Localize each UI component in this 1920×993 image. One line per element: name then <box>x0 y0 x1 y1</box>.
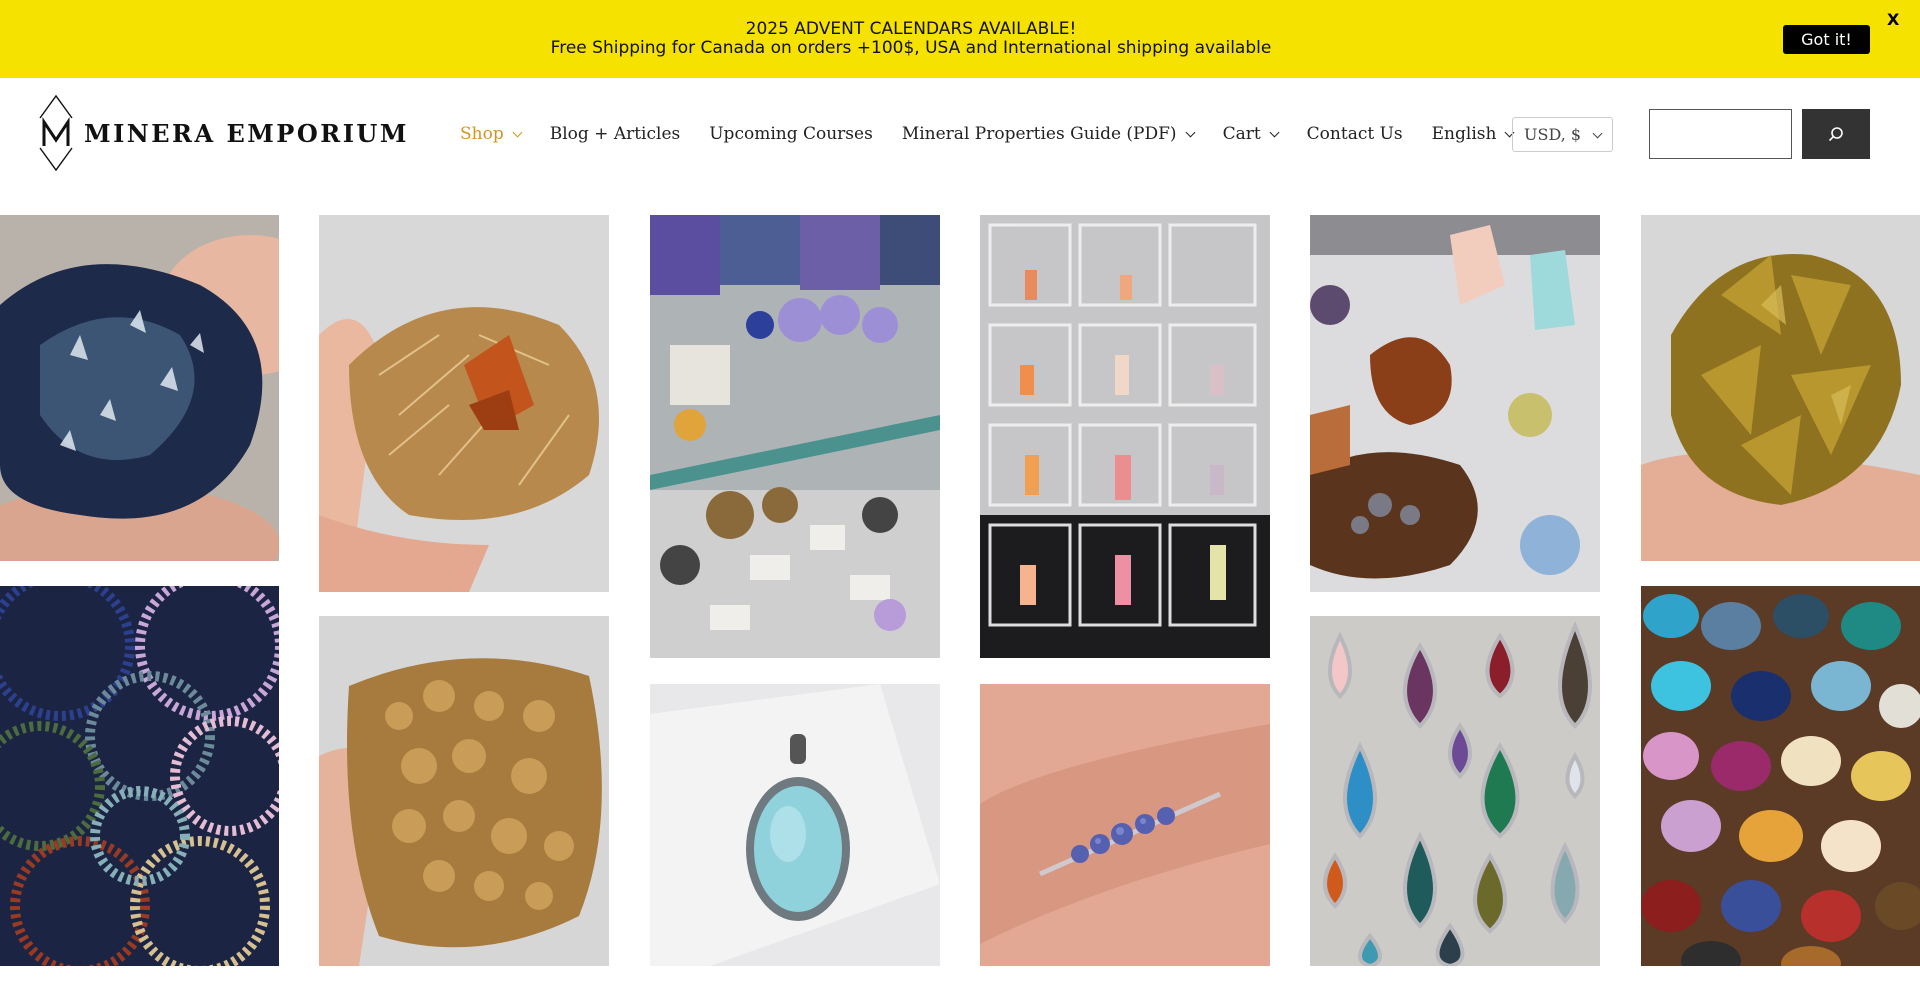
got-it-button[interactable]: Got it! <box>1783 25 1870 54</box>
chevron-down-icon <box>1592 128 1603 139</box>
crystal-specimens-on-stands-photo <box>1310 215 1600 592</box>
chevron-down-icon <box>1269 127 1280 137</box>
nav-language-label: English <box>1431 124 1497 144</box>
gallery-tile[interactable] <box>650 215 940 658</box>
nav-shop[interactable]: Shop <box>460 124 523 144</box>
search-button[interactable] <box>1802 109 1870 159</box>
blue-crystal-cluster-photo <box>0 215 279 561</box>
announcement-title: 2025 ADVENT CALENDARS AVAILABLE! <box>745 19 1077 39</box>
gallery-tile[interactable] <box>1310 616 1600 966</box>
brand-name: MINERA EMPORIUM <box>84 118 409 148</box>
gemstone-pendants-photo <box>1310 616 1600 966</box>
nav-cart[interactable]: Cart <box>1222 124 1280 144</box>
nav-upcoming-courses[interactable]: Upcoming Courses <box>709 124 873 144</box>
search-icon <box>1828 127 1843 142</box>
gallery-tile[interactable] <box>1310 215 1600 592</box>
tumbled-stones-photo <box>1641 586 1920 966</box>
nav-contact-us[interactable]: Contact Us <box>1307 124 1403 144</box>
nav-language[interactable]: English <box>1431 124 1515 144</box>
gallery-tile[interactable] <box>319 215 609 592</box>
announcement-bar: 2025 ADVENT CALENDARS AVAILABLE! Free Sh… <box>0 0 1920 78</box>
search-input[interactable] <box>1649 109 1792 159</box>
tanzanite-ring-photo <box>980 684 1270 966</box>
close-announcement-button[interactable]: X <box>1887 10 1899 29</box>
nav-mineral-guide[interactable]: Mineral Properties Guide (PDF) <box>901 124 1196 144</box>
main-navigation: Shop Blog + Articles Upcoming Courses Mi… <box>460 120 1542 148</box>
nav-blog-label: Blog + Articles <box>549 124 681 144</box>
site-logo[interactable]: MINERA EMPORIUM <box>38 94 409 172</box>
yellow-calcite-cluster-photo <box>1641 215 1920 561</box>
golden-mica-crystal-photo <box>319 215 609 592</box>
nav-cart-label: Cart <box>1222 124 1261 144</box>
chevron-down-icon <box>512 127 523 137</box>
announcement-shipping-text: Free Shipping for Canada on orders +100$… <box>550 38 1272 58</box>
mineral-display-cabinet-photo <box>650 215 940 658</box>
currency-value: USD, $ <box>1524 125 1582 144</box>
aquamarine-pendant-photo <box>650 684 940 966</box>
gallery-tile[interactable] <box>0 586 279 966</box>
nav-blog-articles[interactable]: Blog + Articles <box>550 124 681 144</box>
gallery-tile[interactable] <box>319 616 609 966</box>
crystals-in-acrylic-boxes-photo <box>980 215 1270 658</box>
gallery-tile[interactable] <box>1641 215 1920 561</box>
brown-botryoidal-mineral-photo <box>319 616 609 966</box>
beaded-bracelets-photo <box>0 586 279 966</box>
logo-mark-icon <box>39 94 73 172</box>
chevron-down-icon <box>1185 127 1196 137</box>
gallery-tile[interactable] <box>980 684 1270 966</box>
gallery-tile[interactable] <box>1641 586 1920 966</box>
gallery-tile[interactable] <box>980 215 1270 658</box>
nav-contact-label: Contact Us <box>1306 124 1403 144</box>
nav-shop-label: Shop <box>460 124 504 144</box>
gallery-tile[interactable] <box>650 684 940 966</box>
nav-guide-label: Mineral Properties Guide (PDF) <box>901 124 1177 144</box>
gallery-tile[interactable] <box>0 215 279 561</box>
nav-courses-label: Upcoming Courses <box>709 124 873 144</box>
currency-select[interactable]: USD, $ <box>1512 117 1613 152</box>
